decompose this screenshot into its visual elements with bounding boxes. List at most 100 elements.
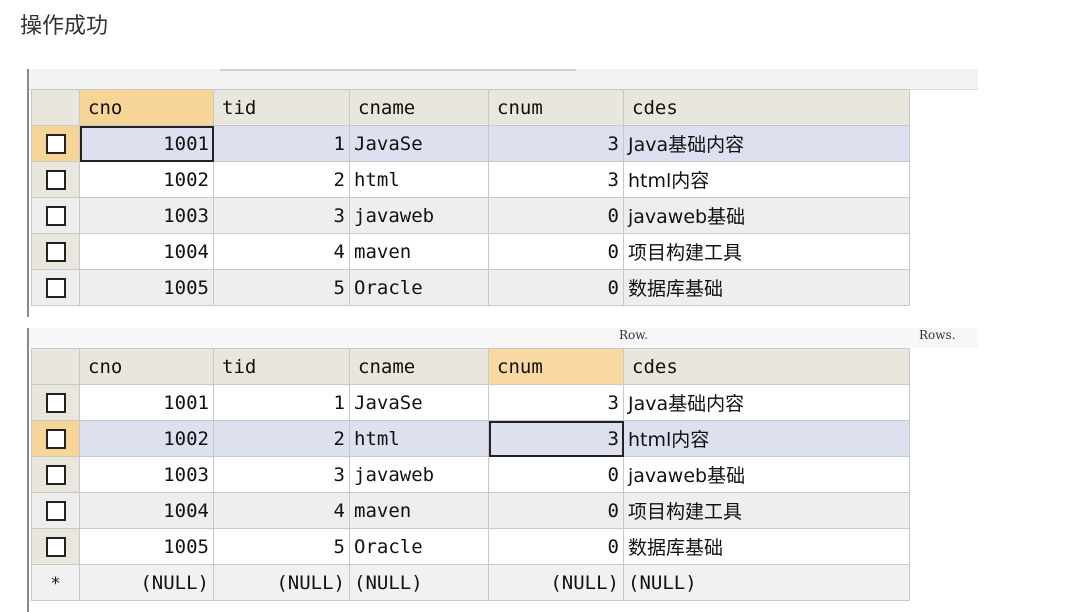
cell-cno[interactable]: (NULL) [79, 564, 214, 601]
row-checkbox[interactable] [31, 233, 80, 270]
cell-cno[interactable]: 1003 [79, 456, 214, 493]
checkbox-icon[interactable] [45, 537, 66, 557]
cell-cname[interactable]: maven [349, 492, 489, 529]
table-row[interactable]: 1002 2 html 3 html内容 [31, 161, 910, 198]
cell-cnum[interactable]: 3 [488, 125, 624, 162]
cell-cname[interactable]: Oracle [349, 269, 489, 306]
cell-cdes[interactable]: html内容 [623, 161, 910, 198]
column-header-tid[interactable]: tid [213, 89, 350, 126]
cell-cno[interactable]: 1005 [79, 269, 214, 306]
cell-cdes[interactable]: Java基础内容 [623, 384, 910, 421]
cell-cname[interactable]: JavaSe [349, 125, 489, 162]
row-checkbox[interactable] [31, 125, 80, 162]
cell-cdes[interactable]: 项目构建工具 [623, 233, 910, 270]
row-checkbox[interactable] [31, 161, 80, 198]
column-header-cnum[interactable]: cnum [488, 348, 624, 385]
cell-cno[interactable]: 1002 [79, 161, 214, 198]
checkbox-icon[interactable] [45, 170, 66, 190]
cell-cname[interactable]: html [349, 420, 489, 457]
cell-cnum[interactable]: 0 [488, 456, 624, 493]
cell-tid[interactable]: 4 [213, 233, 350, 270]
column-header-cdes[interactable]: cdes [623, 348, 910, 385]
row-checkbox[interactable] [31, 269, 80, 306]
cell-cno[interactable]: 1003 [79, 197, 214, 234]
checkbox-icon[interactable] [45, 393, 66, 413]
cell-tid[interactable]: 2 [213, 161, 350, 198]
new-row[interactable]: * (NULL) (NULL) (NULL) (NULL) (NULL) [31, 564, 910, 601]
cell-cdes[interactable]: (NULL) [623, 564, 910, 601]
row-checkbox[interactable] [31, 456, 80, 493]
cell-cname[interactable]: javaweb [349, 197, 489, 234]
cell-tid[interactable]: 4 [213, 492, 350, 529]
table-row[interactable]: 1005 5 Oracle 0 数据库基础 [31, 269, 910, 306]
table-row[interactable]: 1001 1 JavaSe 3 Java基础内容 [31, 125, 910, 162]
row-selector-header[interactable] [31, 348, 80, 385]
cell-cname[interactable]: maven [349, 233, 489, 270]
cell-tid[interactable]: 5 [213, 269, 350, 306]
row-checkbox[interactable] [31, 384, 80, 421]
cell-cnum[interactable]: 3 [488, 161, 624, 198]
cell-cname[interactable]: html [349, 161, 489, 198]
table-row[interactable]: 1005 5 Oracle 0 数据库基础 [31, 528, 910, 565]
new-row-marker[interactable]: * [31, 564, 80, 601]
table-row[interactable]: 1003 3 javaweb 0 javaweb基础 [31, 456, 910, 493]
checkbox-icon[interactable] [45, 242, 66, 262]
cell-tid[interactable]: (NULL) [213, 564, 350, 601]
column-header-cno[interactable]: cno [79, 89, 214, 126]
table-row[interactable]: 1004 4 maven 0 项目构建工具 [31, 492, 910, 529]
table-row[interactable]: 1001 1 JavaSe 3 Java基础内容 [31, 384, 910, 421]
checkbox-icon[interactable] [45, 429, 66, 449]
cell-cnum[interactable]: 0 [488, 269, 624, 306]
cell-cname[interactable]: JavaSe [349, 384, 489, 421]
cell-cdes[interactable]: 数据库基础 [623, 528, 910, 565]
column-header-cdes[interactable]: cdes [623, 89, 910, 126]
cell-tid[interactable]: 2 [213, 420, 350, 457]
row-selector-header[interactable] [31, 89, 80, 126]
cell-cnum[interactable]: (NULL) [488, 564, 624, 601]
checkbox-icon[interactable] [45, 278, 66, 298]
cell-tid[interactable]: 1 [213, 125, 350, 162]
cell-cdes[interactable]: javaweb基础 [623, 456, 910, 493]
cell-cnum[interactable]: 0 [488, 233, 624, 270]
checkbox-icon[interactable] [45, 206, 66, 226]
cell-cdes[interactable]: 数据库基础 [623, 269, 910, 306]
row-checkbox[interactable] [31, 528, 80, 565]
table-row[interactable]: 1004 4 maven 0 项目构建工具 [31, 233, 910, 270]
cell-cnum[interactable]: 0 [488, 492, 624, 529]
cell-cname[interactable]: Oracle [349, 528, 489, 565]
cell-cnum[interactable]: 0 [488, 197, 624, 234]
cell-tid[interactable]: 5 [213, 528, 350, 565]
column-header-cname[interactable]: cname [349, 89, 489, 126]
checkbox-icon[interactable] [45, 501, 66, 521]
cell-cno[interactable]: 1005 [79, 528, 214, 565]
column-header-cnum[interactable]: cnum [488, 89, 624, 126]
cell-cno[interactable]: 1004 [79, 492, 214, 529]
cell-cnum[interactable]: 3 [488, 384, 624, 421]
cell-cnum[interactable]: 0 [488, 528, 624, 565]
cell-cno[interactable]: 1001 [79, 384, 214, 421]
cell-cno[interactable]: 1002 [79, 420, 214, 457]
cell-cname[interactable]: (NULL) [349, 564, 489, 601]
row-checkbox[interactable] [31, 492, 80, 529]
table-row[interactable]: 1002 2 html 3 html内容 [31, 420, 910, 457]
cell-cdes[interactable]: html内容 [623, 420, 910, 457]
column-header-cname[interactable]: cname [349, 348, 489, 385]
checkbox-icon[interactable] [45, 134, 66, 154]
cell-cnum[interactable]: 3 [488, 420, 624, 457]
cell-cdes[interactable]: Java基础内容 [623, 125, 910, 162]
row-checkbox[interactable] [31, 420, 80, 457]
cell-cno[interactable]: 1001 [79, 125, 214, 162]
checkbox-icon[interactable] [45, 465, 66, 485]
cell-cdes[interactable]: javaweb基础 [623, 197, 910, 234]
cell-cdes[interactable]: 项目构建工具 [623, 492, 910, 529]
cell-tid[interactable]: 3 [213, 456, 350, 493]
table-row[interactable]: 1003 3 javaweb 0 javaweb基础 [31, 197, 910, 234]
row-checkbox[interactable] [31, 197, 80, 234]
cell-tid[interactable]: 1 [213, 384, 350, 421]
cell-tid[interactable]: 3 [213, 197, 350, 234]
results-grid-panel-1: cno tid cname cnum cdes 1001 1 JavaSe 3 … [27, 69, 978, 317]
cell-cno[interactable]: 1004 [79, 233, 214, 270]
column-header-cno[interactable]: cno [79, 348, 214, 385]
column-header-tid[interactable]: tid [213, 348, 350, 385]
cell-cname[interactable]: javaweb [349, 456, 489, 493]
